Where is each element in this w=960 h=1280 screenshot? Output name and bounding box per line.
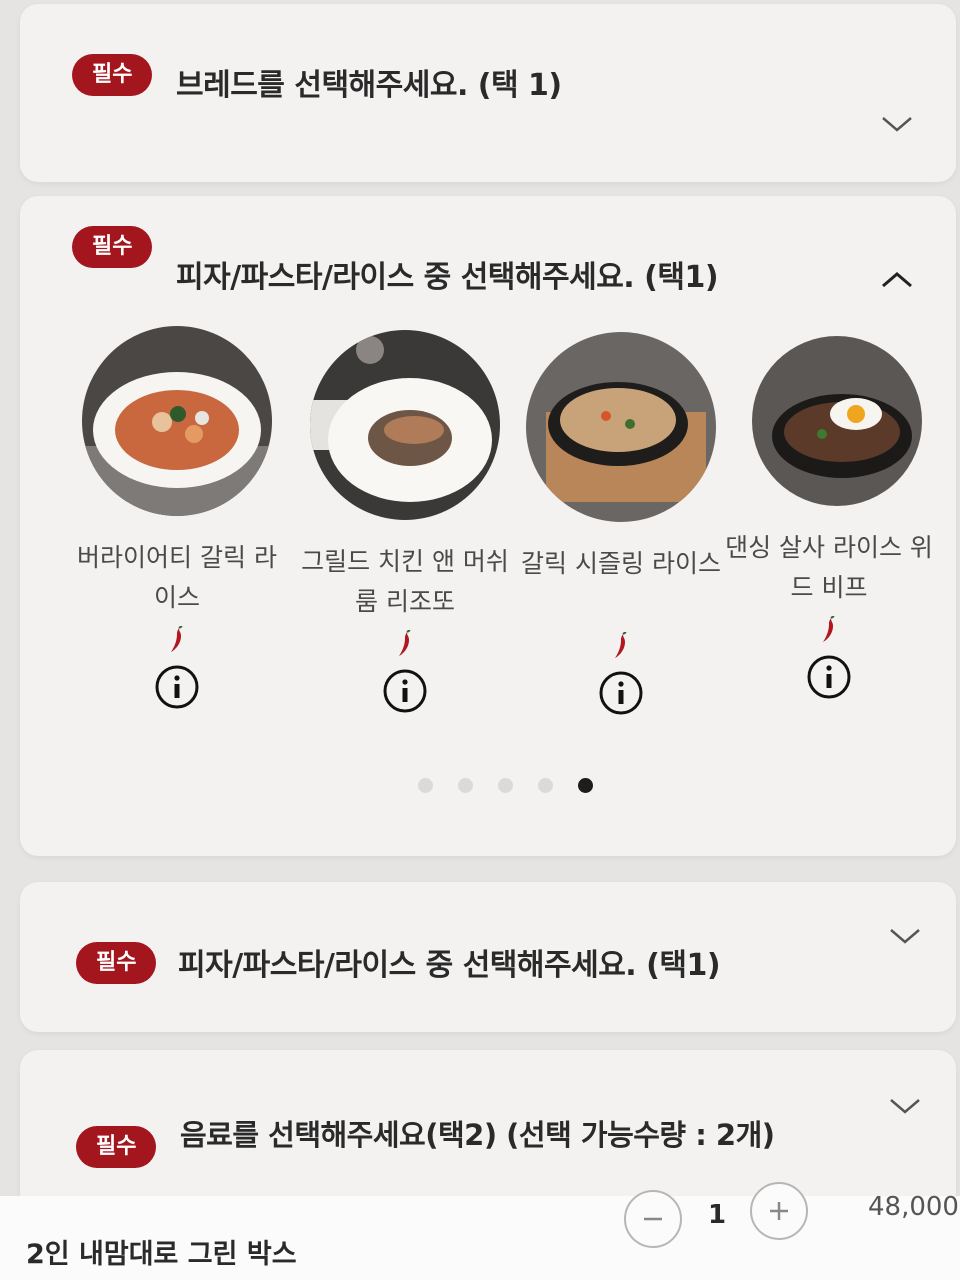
menu-item-variety-garlic-rice[interactable]: 버라이어티 갈릭 라이스 (72, 326, 282, 710)
section-title: 피자/파스타/라이스 중 선택해주세요. (택1) (178, 948, 721, 983)
carousel-dot[interactable] (458, 778, 473, 793)
section-title: 피자/파스타/라이스 중 선택해주세요. (택1) (176, 260, 719, 295)
menu-item-name: 갈릭 시즐링 라이스 (521, 549, 721, 578)
required-badge: 필수 (72, 226, 153, 268)
carousel-dot[interactable] (538, 778, 553, 793)
required-badge: 필수 (72, 54, 153, 96)
info-icon[interactable] (806, 654, 852, 700)
chili-pepper-icon (613, 631, 629, 660)
menu-item-garlic-sizzling-rice[interactable]: 갈릭 시즐링 라이스 (516, 332, 726, 716)
section-title: 음료를 선택해주세요(택2) (선택 가능수량 : 2개) (180, 1118, 775, 1152)
menu-item-grilled-chicken-risotto[interactable]: 그릴드 치킨 앤 머쉬룸 리조또 (300, 330, 510, 714)
required-badge: 필수 (76, 942, 157, 984)
chevron-down-icon[interactable] (880, 112, 914, 136)
info-icon[interactable] (598, 670, 644, 716)
menu-item-name: 버라이어티 갈릭 라이스 (77, 543, 277, 612)
menu-item-dancing-salsa-rice-beef[interactable]: 댄싱 살사 라이스 위드 비프 (724, 336, 934, 700)
chevron-down-icon[interactable] (888, 924, 922, 948)
section-bread[interactable]: 필수 브레드를 선택해주세요. (택 1) (20, 4, 956, 182)
increase-quantity-button[interactable] (750, 1182, 808, 1240)
section-beverage[interactable]: 필수 음료를 선택해주세요(택2) (선택 가능수량 : 2개) (20, 1050, 956, 1210)
chili-pepper-icon (821, 615, 837, 644)
section-main-dish-2[interactable]: 필수 피자/파스타/라이스 중 선택해주세요. (택1) (20, 882, 956, 1032)
chili-pepper-icon (169, 625, 185, 654)
required-badge: 필수 (76, 1126, 157, 1168)
total-price: 48,000원 (868, 1192, 960, 1222)
chevron-up-icon[interactable] (880, 268, 914, 292)
chevron-down-icon[interactable] (888, 1094, 922, 1118)
info-icon[interactable] (382, 668, 428, 714)
menu-item-photo (752, 336, 922, 506)
menu-item-name: 댄싱 살사 라이스 위드 비프 (725, 533, 933, 602)
carousel-dot[interactable] (498, 778, 513, 793)
carousel-dot-active[interactable] (578, 778, 593, 793)
menu-item-name: 그릴드 치킨 앤 머쉬룸 리조또 (301, 547, 509, 616)
section-title: 브레드를 선택해주세요. (택 1) (176, 68, 562, 103)
quantity-value: 1 (707, 1200, 727, 1230)
info-icon[interactable] (154, 664, 200, 710)
menu-item-photo (526, 332, 716, 522)
carousel-dot[interactable] (418, 778, 433, 793)
product-name: 2인 내맘대로 그린 박스 (26, 1239, 297, 1270)
chili-pepper-icon (397, 629, 413, 658)
decrease-quantity-button[interactable] (624, 1190, 682, 1248)
menu-item-photo (310, 330, 500, 520)
menu-item-photo (82, 326, 272, 516)
